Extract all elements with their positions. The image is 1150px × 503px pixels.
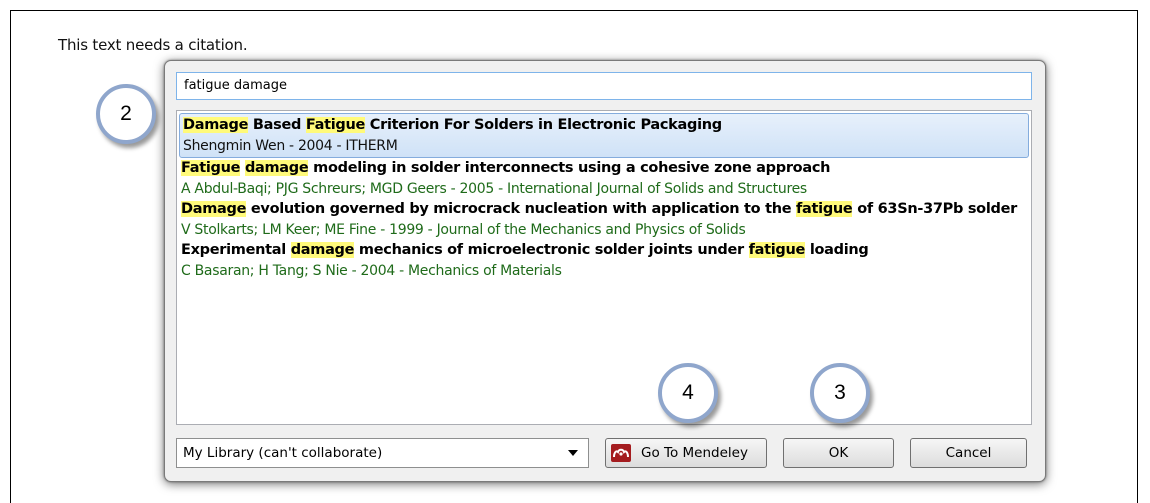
search-term-highlight: damage: [290, 242, 355, 258]
library-select-value: My Library (can't collaborate): [183, 445, 383, 461]
search-term-highlight: Damage: [181, 201, 247, 217]
search-term-highlight: fatigue: [748, 242, 806, 258]
search-term-highlight: Damage: [183, 117, 249, 133]
result-title-text: modeling in solder interconnects using a…: [308, 160, 831, 176]
result-title-text: mechanics of microelectronic solder join…: [354, 242, 749, 258]
result-title: Damage Based Fatigue Criterion For Solde…: [183, 115, 1025, 136]
result-item[interactable]: Damage evolution governed by microcrack …: [177, 199, 1031, 240]
search-term-highlight: Fatigue: [181, 160, 241, 176]
result-meta: V Stolkarts; LM Keer; ME Fine - 1999 - J…: [181, 222, 746, 238]
result-title-text: Based: [248, 117, 306, 133]
result-item[interactable]: Experimental damage mechanics of microel…: [177, 240, 1031, 281]
result-meta: C Basaran; H Tang; S Nie - 2004 - Mechan…: [181, 263, 562, 279]
results-list[interactable]: Damage Based Fatigue Criterion For Solde…: [176, 110, 1032, 425]
result-title-text: Experimental: [181, 242, 291, 258]
mendeley-logo-icon: [611, 444, 631, 462]
result-title: Damage evolution governed by microcrack …: [181, 199, 1027, 220]
library-select[interactable]: My Library (can't collaborate): [176, 438, 589, 468]
result-item[interactable]: Damage Based Fatigue Criterion For Solde…: [179, 113, 1029, 158]
result-title-text: Criterion For Solders in Electronic Pack…: [365, 117, 722, 133]
document-text: This text needs a citation.: [58, 36, 248, 54]
result-title-text: of 63Sn-37Pb solder: [852, 201, 1017, 217]
callout-3: 3: [810, 363, 870, 423]
result-title: Experimental damage mechanics of microel…: [181, 240, 1027, 261]
search-input[interactable]: fatigue damage: [176, 72, 1032, 100]
ok-button[interactable]: OK: [783, 438, 894, 468]
search-term-highlight: damage: [244, 160, 309, 176]
search-term-highlight: Fatigue: [305, 117, 366, 133]
result-title-text: evolution governed by microcrack nucleat…: [246, 201, 797, 217]
go-to-mendeley-label: Go To Mendeley: [641, 445, 748, 461]
result-item[interactable]: Fatigue damage modeling in solder interc…: [177, 158, 1031, 199]
result-meta: Shengmin Wen - 2004 - ITHERM: [183, 138, 398, 154]
result-title: Fatigue damage modeling in solder interc…: [181, 158, 1027, 179]
callout-4: 4: [658, 363, 718, 423]
chevron-down-icon[interactable]: [568, 450, 578, 456]
result-meta: A Abdul-Baqi; PJG Schreurs; MGD Geers - …: [181, 181, 807, 197]
result-title-text: loading: [805, 242, 869, 258]
callout-2: 2: [96, 84, 156, 144]
dialog-footer: My Library (can't collaborate) Go To Men…: [176, 438, 1032, 468]
cancel-button[interactable]: Cancel: [910, 438, 1027, 468]
search-term-highlight: fatigue: [796, 201, 853, 217]
citation-dialog: fatigue damage Damage Based Fatigue Crit…: [164, 60, 1046, 482]
go-to-mendeley-button[interactable]: Go To Mendeley: [605, 438, 767, 468]
